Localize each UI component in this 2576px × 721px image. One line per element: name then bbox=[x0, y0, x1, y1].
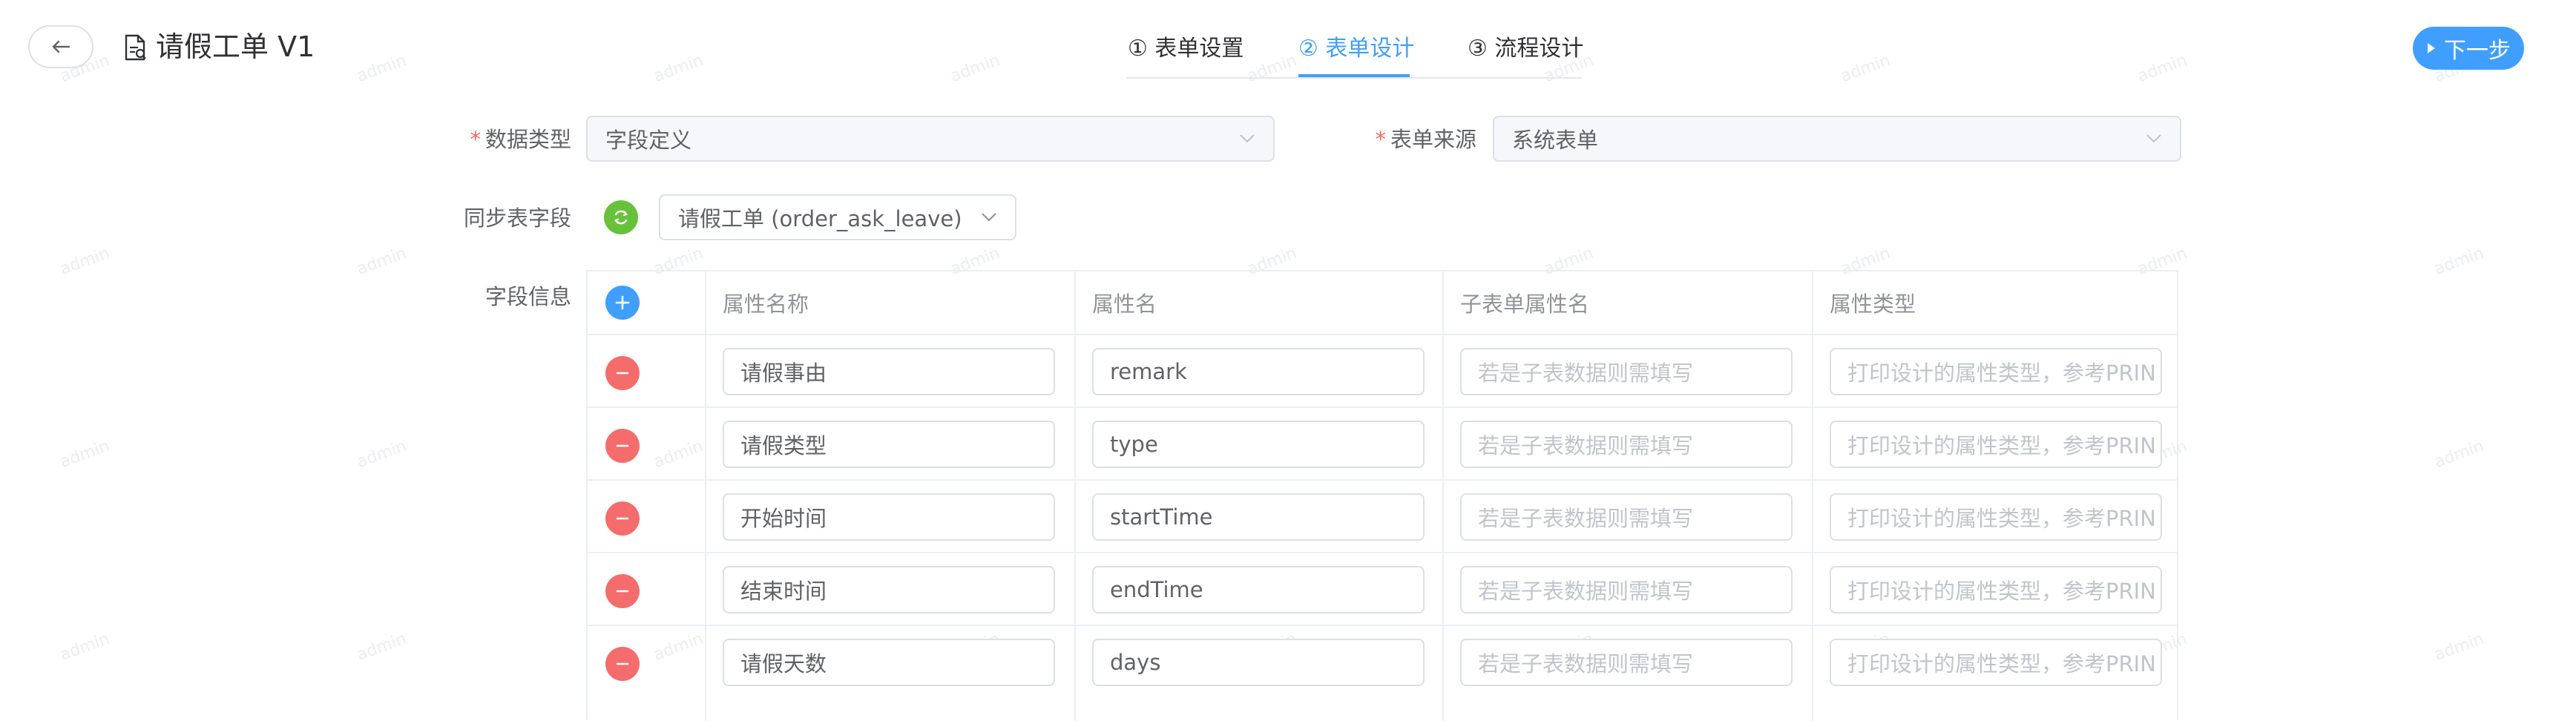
name-input[interactable]: startTime bbox=[1092, 493, 1425, 541]
tab-flow-design[interactable]: ③ 流程设计 bbox=[1468, 33, 1583, 65]
row-divider bbox=[588, 552, 2177, 553]
data-type-label: * 数据类型 bbox=[460, 123, 571, 156]
next-step-button[interactable]: 下一步 bbox=[2413, 27, 2524, 70]
delete-row-button[interactable] bbox=[605, 429, 640, 463]
minus-icon bbox=[616, 517, 629, 520]
tabs-baseline bbox=[1126, 77, 1582, 79]
sub-name-input[interactable]: 若是子表数据则需填写 bbox=[1460, 639, 1793, 686]
watermark-text: admin bbox=[354, 629, 410, 665]
form-source-label-text: 表单来源 bbox=[1390, 127, 1476, 152]
next-step-label: 下一步 bbox=[2444, 38, 2511, 64]
chevron-down-icon bbox=[982, 213, 996, 222]
page-title: 请假工单 V1 bbox=[156, 30, 315, 63]
fields-table: 属性名称 属性名 子表单属性名 属性类型 请假事由 remark 若是子表数据则… bbox=[586, 270, 2178, 721]
row-divider bbox=[588, 334, 2177, 335]
delete-row-button[interactable] bbox=[605, 647, 640, 681]
display-name-input[interactable]: 结束时间 bbox=[723, 566, 1055, 613]
col-divider bbox=[705, 271, 706, 721]
tab-form-design[interactable]: ② 表单设计 bbox=[1298, 33, 1414, 65]
sync-table-select[interactable]: 请假工单 (order_ask_leave) bbox=[659, 194, 1016, 240]
type-input[interactable]: 打印设计的属性类型，参考PRIN bbox=[1830, 348, 2162, 395]
display-name-input[interactable]: 请假事由 bbox=[723, 348, 1055, 395]
sub-name-input[interactable]: 若是子表数据则需填写 bbox=[1460, 566, 1793, 613]
watermark-text: admin bbox=[354, 436, 410, 473]
required-mark: * bbox=[470, 127, 481, 152]
delete-row-button[interactable] bbox=[605, 574, 640, 608]
plus-icon bbox=[615, 295, 630, 310]
row-divider bbox=[588, 406, 2177, 408]
watermark-text: admin bbox=[354, 50, 410, 87]
watermark-text: admin bbox=[2431, 243, 2487, 280]
back-button[interactable] bbox=[28, 25, 93, 68]
type-input[interactable]: 打印设计的属性类型，参考PRIN bbox=[1830, 566, 2162, 613]
sync-fields-label: 同步表字段 bbox=[463, 205, 571, 231]
sub-name-input[interactable]: 若是子表数据则需填写 bbox=[1460, 348, 1793, 395]
type-input[interactable]: 打印设计的属性类型，参考PRIN bbox=[1830, 421, 2162, 468]
required-mark: * bbox=[1375, 127, 1386, 152]
form-source-value: 系统表单 bbox=[1512, 128, 1599, 153]
data-type-select[interactable]: 字段定义 bbox=[586, 116, 1275, 162]
watermark-text: admin bbox=[947, 50, 1003, 87]
type-input[interactable]: 打印设计的属性类型，参考PRIN bbox=[1830, 639, 2162, 686]
col-divider bbox=[1812, 271, 1813, 721]
watermark-text: admin bbox=[354, 243, 410, 280]
delete-row-button[interactable] bbox=[605, 356, 640, 390]
column-header-name: 属性名 bbox=[1092, 292, 1157, 317]
delete-row-button[interactable] bbox=[605, 501, 640, 536]
type-input[interactable]: 打印设计的属性类型，参考PRIN bbox=[1830, 493, 2162, 541]
watermark-text: admin bbox=[1244, 50, 1300, 87]
watermark-text: admin bbox=[651, 50, 706, 87]
watermark-text: admin bbox=[1838, 50, 1893, 87]
column-header-type: 属性类型 bbox=[1830, 292, 1916, 317]
tab-form-settings[interactable]: ① 表单设置 bbox=[1128, 33, 1243, 65]
form-source-label: * 表单来源 bbox=[1365, 123, 1476, 156]
watermark-text: admin bbox=[57, 629, 113, 665]
form-source-select[interactable]: 系统表单 bbox=[1493, 116, 2181, 162]
sync-table-value: 请假工单 (order_ask_leave) bbox=[678, 206, 962, 231]
minus-icon bbox=[616, 662, 629, 665]
watermark-text: admin bbox=[57, 243, 113, 280]
caret-right-icon bbox=[2428, 43, 2435, 53]
display-name-input[interactable]: 开始时间 bbox=[723, 493, 1055, 541]
sub-name-input[interactable]: 若是子表数据则需填写 bbox=[1460, 493, 1793, 541]
minus-icon bbox=[616, 372, 629, 375]
active-tab-indicator bbox=[1298, 74, 1410, 77]
display-name-input[interactable]: 请假天数 bbox=[723, 639, 1055, 686]
arrow-left-icon bbox=[52, 40, 70, 53]
column-header-display-name: 属性名称 bbox=[723, 292, 809, 317]
row-divider bbox=[588, 625, 2177, 626]
name-input[interactable]: days bbox=[1092, 639, 1425, 686]
minus-icon bbox=[616, 444, 629, 447]
row-divider bbox=[588, 479, 2177, 481]
document-icon bbox=[125, 34, 146, 61]
col-divider bbox=[1074, 271, 1076, 721]
field-info-label: 字段信息 bbox=[484, 284, 571, 309]
watermark-text: admin bbox=[2135, 50, 2190, 87]
refresh-icon bbox=[614, 210, 628, 225]
minus-icon bbox=[616, 590, 629, 593]
watermark-text: admin bbox=[2431, 629, 2487, 665]
display-name-input[interactable]: 请假类型 bbox=[723, 421, 1055, 468]
chevron-down-icon bbox=[1240, 134, 1255, 143]
name-input[interactable]: remark bbox=[1092, 348, 1425, 395]
name-input[interactable]: type bbox=[1092, 421, 1425, 468]
col-divider bbox=[1442, 271, 1444, 721]
column-header-sub-name: 子表单属性名 bbox=[1460, 292, 1590, 317]
data-type-label-text: 数据类型 bbox=[484, 127, 571, 152]
chevron-down-icon bbox=[2146, 134, 2161, 143]
sync-button[interactable] bbox=[604, 200, 638, 234]
data-type-value: 字段定义 bbox=[605, 128, 692, 153]
name-input[interactable]: endTime bbox=[1092, 566, 1425, 613]
watermark-text: admin bbox=[57, 436, 113, 473]
sub-name-input[interactable]: 若是子表数据则需填写 bbox=[1460, 421, 1793, 468]
add-field-button[interactable] bbox=[605, 286, 640, 320]
watermark-text: admin bbox=[2431, 436, 2487, 473]
